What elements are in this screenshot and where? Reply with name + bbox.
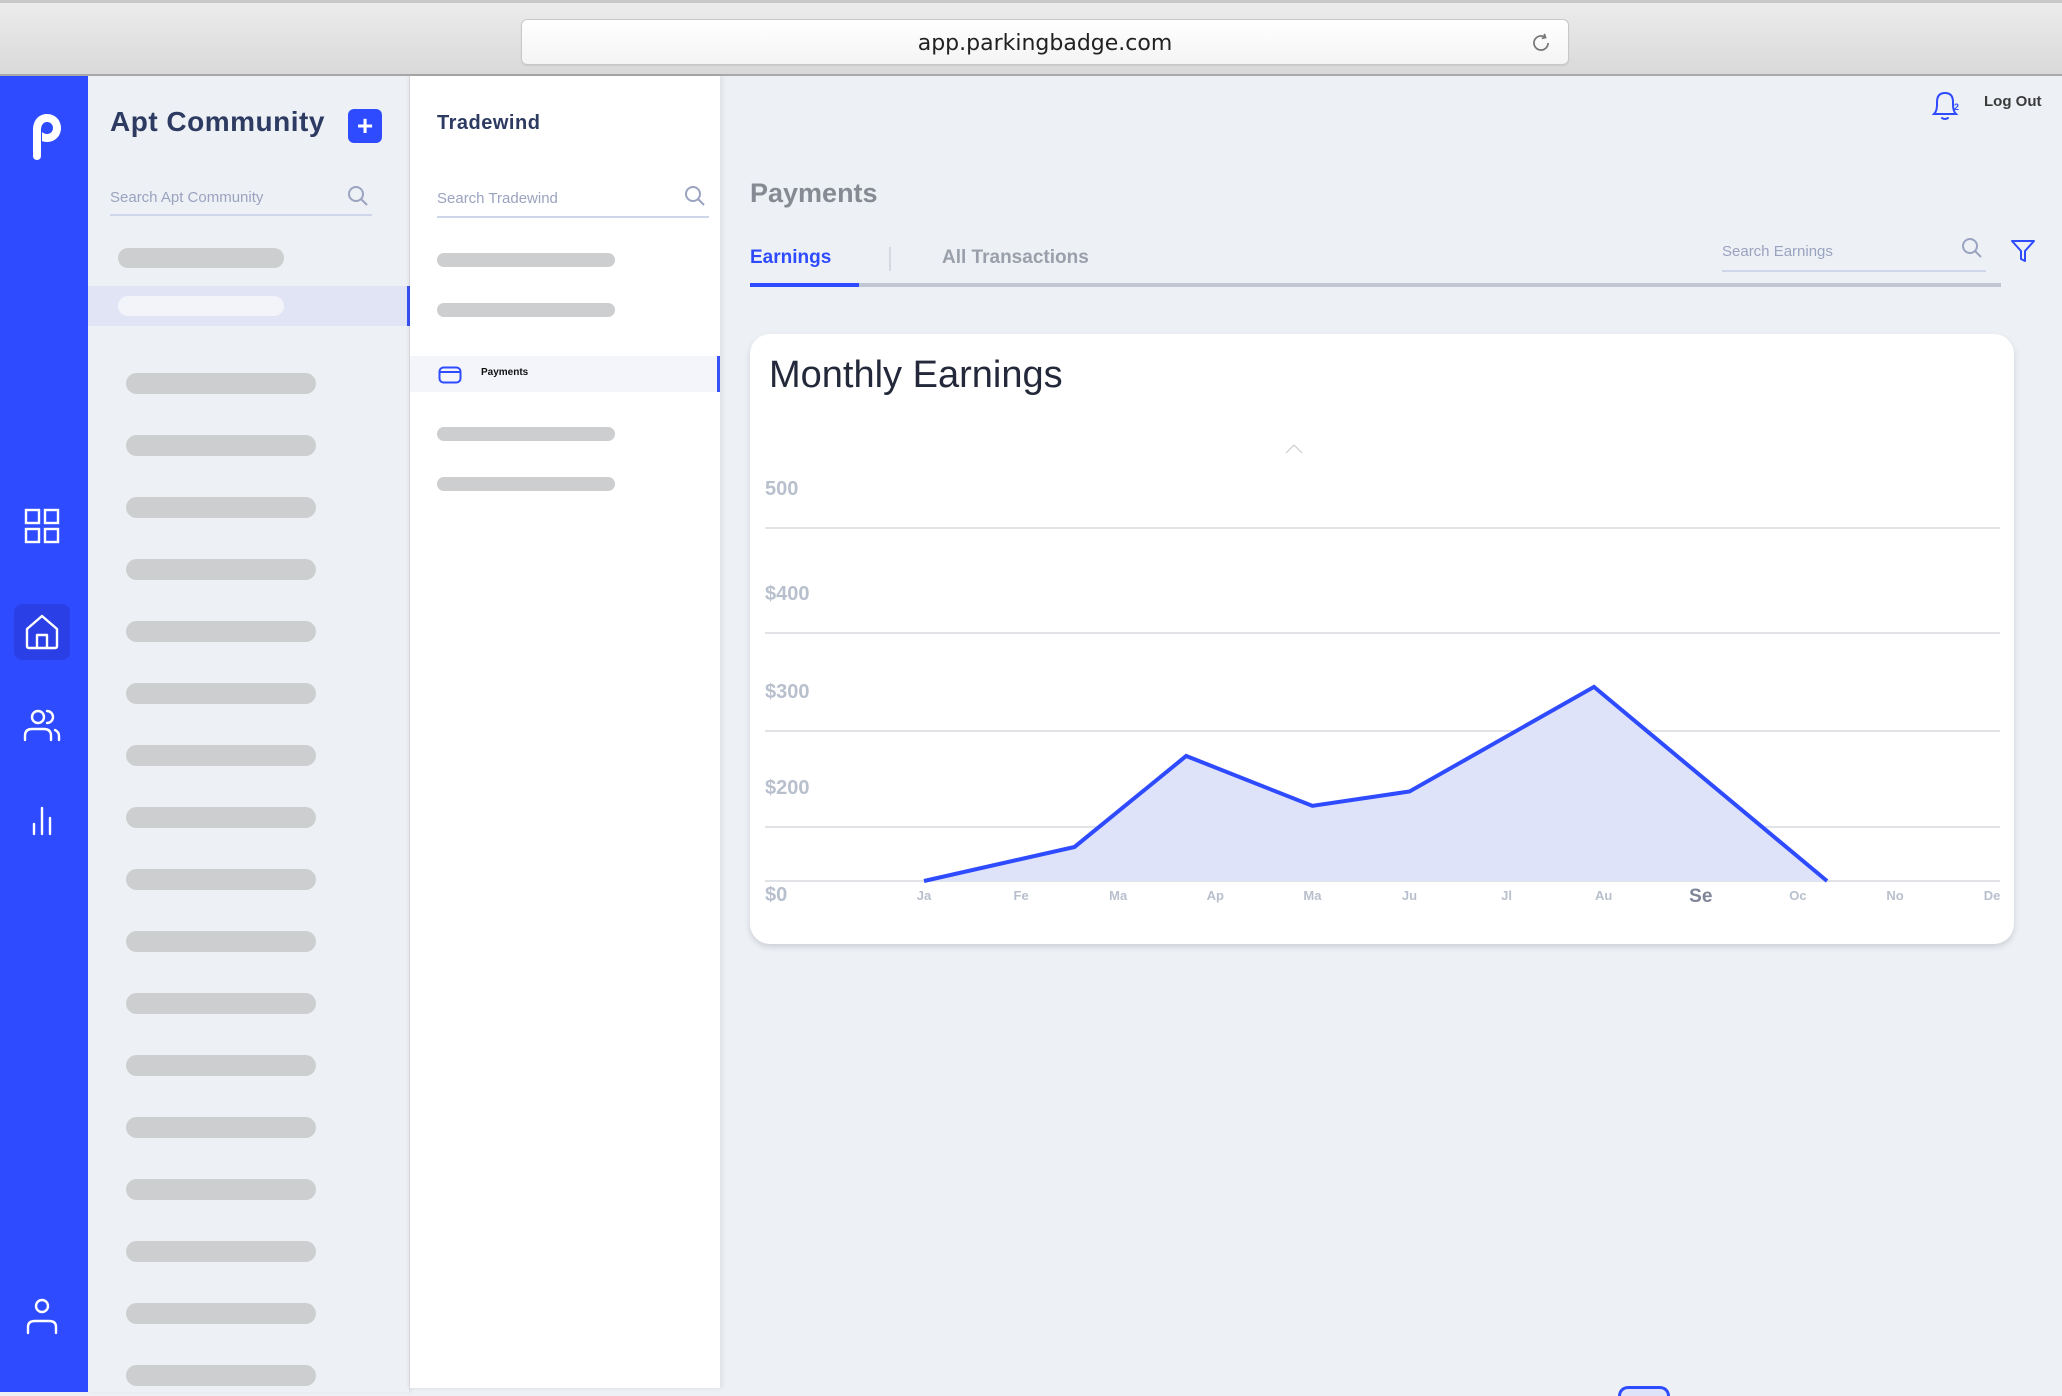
community-list-item[interactable] bbox=[126, 1303, 316, 1324]
community-panel: Apt Community + bbox=[88, 76, 410, 1392]
tab-underline-track bbox=[750, 283, 2001, 287]
community-search-input[interactable] bbox=[110, 180, 333, 214]
tab-all-transactions[interactable]: All Transactions bbox=[942, 247, 1089, 269]
x-tick-label: Au bbox=[1595, 888, 1612, 903]
community-list-item[interactable] bbox=[126, 373, 316, 394]
notification-count: 2 bbox=[1954, 102, 1959, 112]
x-tick-label: Fe bbox=[1014, 888, 1029, 903]
search-icon[interactable] bbox=[346, 184, 370, 208]
rail-users-button[interactable] bbox=[14, 696, 70, 752]
reload-icon[interactable] bbox=[1528, 30, 1554, 56]
community-list-item[interactable] bbox=[126, 993, 316, 1014]
tab-divider bbox=[889, 247, 891, 271]
community-list-item[interactable] bbox=[126, 931, 316, 952]
community-list-item[interactable] bbox=[126, 1241, 316, 1262]
home-icon bbox=[22, 612, 62, 652]
community-list-item[interactable] bbox=[126, 1179, 316, 1200]
earnings-search bbox=[1722, 232, 1986, 272]
x-tick-label: Oc bbox=[1789, 888, 1806, 903]
y-tick-label: 500 bbox=[765, 478, 798, 500]
y-tick-label: $400 bbox=[765, 583, 810, 605]
earnings-search-input[interactable] bbox=[1722, 232, 1946, 270]
community-list-item[interactable] bbox=[126, 621, 316, 642]
parkingbadge-logo[interactable] bbox=[24, 110, 64, 162]
page-title: Payments bbox=[750, 178, 878, 209]
x-tick-label: Ma bbox=[1303, 888, 1322, 903]
property-menu-item[interactable] bbox=[437, 477, 615, 491]
earnings-chart: $0 $200 $300 $400 500 Ja Fe Ma Ap Ma Ju Jl Au Se Oc No D… bbox=[750, 334, 2014, 944]
y-tick-label: $200 bbox=[765, 777, 810, 799]
credit-card-icon bbox=[438, 366, 462, 384]
list-item-placeholder bbox=[118, 296, 284, 316]
user-icon bbox=[22, 1296, 62, 1336]
property-menu-item[interactable] bbox=[437, 303, 615, 317]
rail-dashboard-button[interactable] bbox=[14, 498, 70, 554]
browser-toolbar: app.parkingbadge.com bbox=[0, 0, 2062, 76]
url-text: app.parkingbadge.com bbox=[522, 31, 1568, 56]
filter-icon[interactable] bbox=[2010, 238, 2036, 264]
community-list-item-selected[interactable] bbox=[88, 286, 410, 326]
menu-item-label: Payments bbox=[481, 367, 528, 378]
community-list-item[interactable] bbox=[126, 497, 316, 518]
community-list-item[interactable] bbox=[126, 1055, 316, 1076]
x-tick-label: Ap bbox=[1207, 888, 1224, 903]
community-list-item[interactable] bbox=[118, 248, 284, 268]
address-bar[interactable]: app.parkingbadge.com bbox=[521, 19, 1569, 65]
community-search bbox=[110, 180, 372, 216]
property-menu-item[interactable] bbox=[437, 427, 615, 441]
property-search bbox=[437, 180, 709, 218]
rail-profile-button[interactable] bbox=[14, 1288, 70, 1344]
monthly-earnings-card: Monthly Earnings $0$200$300$400500JaFeMa… bbox=[750, 334, 2014, 944]
property-menu-item[interactable] bbox=[437, 253, 615, 267]
x-tick-label: De bbox=[1984, 888, 2001, 903]
x-tick-label: Ja bbox=[917, 888, 932, 903]
x-tick-label: Ma bbox=[1109, 888, 1128, 903]
tab-earnings[interactable]: Earnings bbox=[750, 247, 859, 287]
users-icon bbox=[22, 704, 62, 744]
x-tick-label: Jl bbox=[1501, 888, 1512, 903]
rail-home-button[interactable] bbox=[14, 604, 70, 660]
x-tick-label: No bbox=[1886, 888, 1903, 903]
community-list-item[interactable] bbox=[126, 745, 316, 766]
community-list-item[interactable] bbox=[126, 1365, 316, 1386]
y-tick-label: $0 bbox=[765, 884, 787, 906]
search-icon[interactable] bbox=[683, 184, 707, 208]
grid-icon bbox=[22, 506, 62, 546]
search-icon[interactable] bbox=[1960, 236, 1984, 260]
floating-button-edge[interactable] bbox=[1618, 1386, 1670, 1396]
community-list-item[interactable] bbox=[126, 1117, 316, 1138]
community-list-item[interactable] bbox=[126, 435, 316, 456]
community-list-item[interactable] bbox=[126, 683, 316, 704]
y-tick-label: $300 bbox=[765, 681, 810, 703]
property-search-input[interactable] bbox=[437, 180, 668, 216]
x-tick-label: Se bbox=[1689, 886, 1712, 907]
community-list-item[interactable] bbox=[126, 559, 316, 580]
logout-button[interactable]: Log Out bbox=[1984, 93, 2041, 110]
property-title: Tradewind bbox=[437, 112, 540, 135]
community-list-item[interactable] bbox=[126, 869, 316, 890]
property-panel: Tradewind Payments bbox=[410, 76, 720, 1388]
add-community-button[interactable]: + bbox=[348, 109, 382, 143]
rail-analytics-button[interactable] bbox=[14, 790, 70, 846]
icon-rail bbox=[0, 76, 88, 1392]
community-list-item[interactable] bbox=[126, 807, 316, 828]
x-tick-label: Ju bbox=[1402, 888, 1417, 903]
community-title: Apt Community bbox=[110, 106, 325, 138]
menu-item-payments[interactable]: Payments bbox=[410, 356, 720, 392]
bar-chart-icon bbox=[22, 798, 62, 838]
